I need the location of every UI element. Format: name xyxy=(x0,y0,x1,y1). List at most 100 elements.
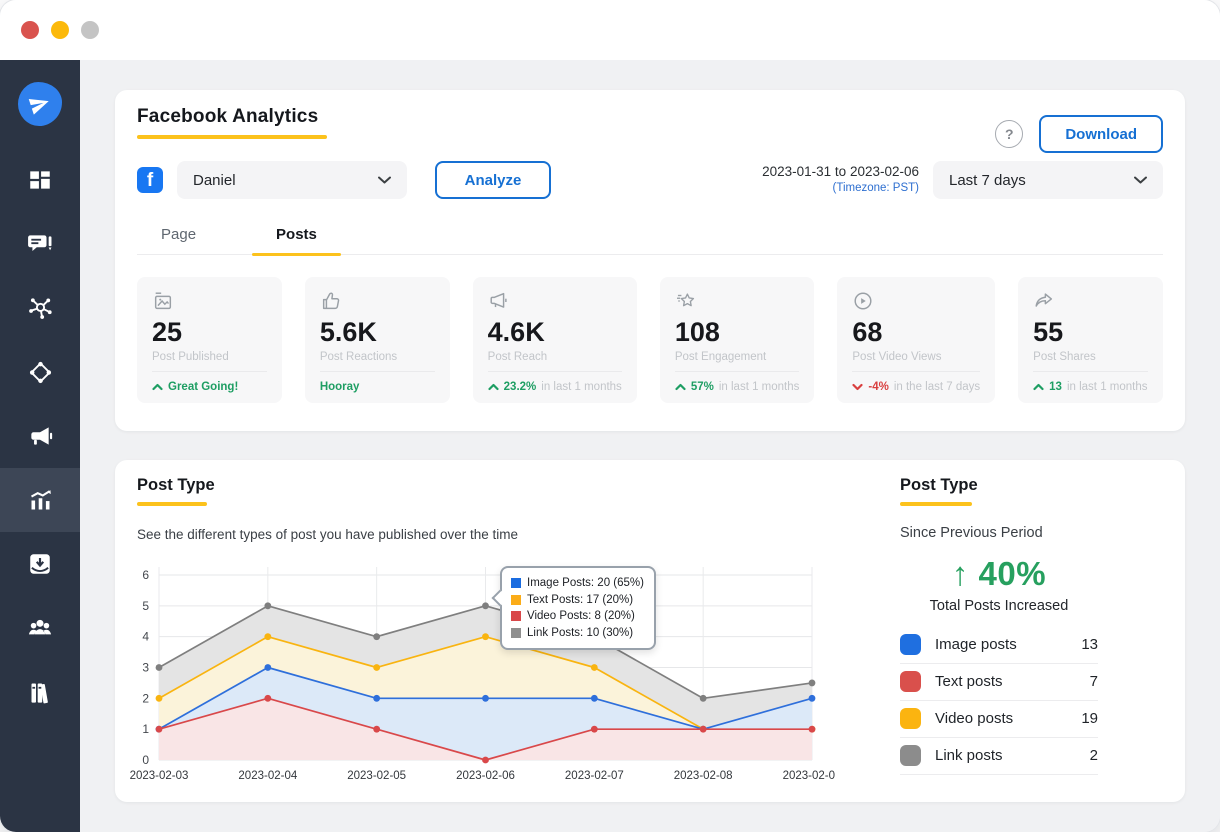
legend-value: 7 xyxy=(1089,673,1098,690)
svg-text:5: 5 xyxy=(142,599,149,613)
sidebar-item-megaphone[interactable] xyxy=(0,404,80,468)
stat-footer: 13 in last 1 months xyxy=(1033,371,1148,403)
legend-row-image-posts: Image posts 13 xyxy=(900,627,1098,664)
legend-row-text-posts: Text posts 7 xyxy=(900,664,1098,701)
change-caption: Total Posts Increased xyxy=(929,597,1069,614)
svg-text:6: 6 xyxy=(142,568,149,582)
stat-label: Post Engagement xyxy=(674,351,767,363)
tab-page[interactable]: Page xyxy=(137,220,220,254)
stat-card-post-video-views: 68 Post Video Views -4% in the last 7 days xyxy=(837,277,996,403)
chart-canvas: 0 1 2 3 4 5 6 2023-02-03 2023-02-04 2023-02-05 202… xyxy=(130,567,835,782)
legend-swatch xyxy=(511,627,521,638)
star-icon xyxy=(675,290,800,312)
chart-description: See the different types of post you have… xyxy=(137,527,518,542)
stat-label: Post Video Views xyxy=(852,351,942,363)
sidebar-item-dashboard[interactable] xyxy=(0,148,80,212)
date-range: 2023-01-31 to 2023-02-06 (Timezone: PST) xyxy=(762,163,919,197)
legend-swatch xyxy=(511,578,521,589)
analytics-icon xyxy=(27,487,54,514)
analyze-button[interactable]: Analyze xyxy=(435,161,551,199)
main-content: Facebook Analytics ? Download f Daniel A… xyxy=(80,60,1220,832)
library-icon xyxy=(27,679,54,706)
maximize-window-button[interactable] xyxy=(81,21,99,39)
stat-card-post-published: 25 Post Published Great Going! xyxy=(137,277,282,403)
help-icon[interactable]: ? xyxy=(995,120,1024,148)
account-select[interactable]: Daniel xyxy=(177,161,407,199)
sidebar-item-library[interactable] xyxy=(0,660,80,724)
svg-text:4: 4 xyxy=(142,630,149,644)
legend-label: Text posts xyxy=(935,673,1003,690)
screen: Facebook Analytics ? Download f Daniel A… xyxy=(0,0,1220,832)
thumbs-up-icon xyxy=(320,290,435,312)
stat-footer-rest: in last 1 months xyxy=(1066,381,1148,393)
stat-value: 68 xyxy=(852,317,883,347)
legend-row-video-posts: Video posts 19 xyxy=(900,701,1098,738)
sidebar-item-analytics[interactable] xyxy=(0,468,80,532)
stat-footer-rest: in last 1 months xyxy=(718,381,800,393)
title-underline xyxy=(137,502,207,506)
window-titlebar xyxy=(0,0,1220,60)
send-logo-icon xyxy=(18,82,62,126)
stat-card-post-engagement: 108 Post Engagement 57% in last 1 months xyxy=(659,277,815,403)
summary-title: Post Type xyxy=(900,476,1098,506)
legend-value: 19 xyxy=(1081,710,1098,727)
legend-label: Image posts xyxy=(935,636,1017,653)
period-select[interactable]: Last 7 days xyxy=(933,161,1163,199)
up-trend-icon xyxy=(1033,383,1044,391)
tooltip-item: Image Posts: 20 (65%) xyxy=(511,575,644,592)
minimize-window-button[interactable] xyxy=(51,21,69,39)
close-window-button[interactable] xyxy=(21,21,39,39)
stat-footer: Hooray xyxy=(319,371,435,403)
legend-row-link-posts: Link posts 2 xyxy=(900,738,1098,775)
period-selected-value: Last 7 days xyxy=(949,171,1026,189)
sidebar-item-network[interactable] xyxy=(0,276,80,340)
post-type-legend: Image posts 13 Text posts 7 Video posts 19 Lin… xyxy=(900,627,1098,775)
stat-footer-rest: in the last 7 days xyxy=(893,381,981,393)
download-button[interactable]: Download xyxy=(1039,115,1163,153)
nodes-icon xyxy=(27,359,54,386)
date-range-value: 2023-01-31 to 2023-02-06 xyxy=(762,164,919,180)
stats-row: 25 Post Published Great Going! 5.6K Post Rea… xyxy=(137,277,1163,403)
sidebar-item-inbox[interactable] xyxy=(0,532,80,596)
up-trend-icon xyxy=(675,383,686,391)
window-controls xyxy=(21,21,99,39)
tab-posts[interactable]: Posts xyxy=(252,220,341,256)
stat-footer-highlight: 13 xyxy=(1049,381,1062,393)
legend-swatch xyxy=(900,745,921,766)
stat-value: 4.6K xyxy=(487,317,545,347)
controls-row: f Daniel Analyze 2023-01-31 to 2023-02-0… xyxy=(137,160,1163,200)
legend-label: Video posts xyxy=(935,710,1014,727)
sidebar-item-messages[interactable] xyxy=(0,212,80,276)
dashboard-icon xyxy=(27,167,53,193)
post-type-chart[interactable]: 0 1 2 3 4 5 6 2023-02-03 2023-02-04 2023-02-05 202… xyxy=(129,552,835,792)
up-trend-icon xyxy=(488,383,499,391)
megaphone-outline-icon xyxy=(488,290,622,312)
svg-text:3: 3 xyxy=(142,661,149,675)
svg-text:2023-02-03: 2023-02-03 xyxy=(130,770,189,782)
up-arrow-icon: ↑ xyxy=(951,554,969,592)
tooltip-item: Video Posts: 8 (20%) xyxy=(511,608,644,625)
down-trend-icon xyxy=(852,383,863,391)
svg-text:2023-02-04: 2023-02-04 xyxy=(238,770,297,782)
image-post-icon xyxy=(152,290,267,312)
stat-label: Post Shares xyxy=(1033,351,1096,363)
app-logo[interactable] xyxy=(0,60,80,148)
chart-tooltip: Image Posts: 20 (65%) Text Posts: 17 (20%… xyxy=(491,566,656,650)
legend-value: 2 xyxy=(1089,747,1098,764)
stat-footer-highlight: Hooray xyxy=(319,381,360,393)
stat-card-post-reactions: 5.6K Post Reactions Hooray xyxy=(304,277,450,403)
stat-footer-highlight: -4% xyxy=(868,381,889,393)
tooltip-item: Text Posts: 17 (20%) xyxy=(511,592,644,609)
stat-label: Post Reactions xyxy=(319,351,398,363)
sidebar-item-nodes[interactable] xyxy=(0,340,80,404)
legend-value: 13 xyxy=(1081,636,1098,653)
sidebar-item-team[interactable] xyxy=(0,596,80,660)
legend-swatch xyxy=(900,634,921,655)
summary-panel: Post Type Since Previous Period ↑ 40% To… xyxy=(900,476,1098,775)
stat-label: Post Published xyxy=(152,351,229,363)
stat-footer: Great Going! xyxy=(152,371,267,403)
chevron-down-icon xyxy=(378,176,391,184)
stat-footer-highlight: 57% xyxy=(690,381,714,393)
legend-swatch xyxy=(511,594,521,605)
stat-card-post-shares: 55 Post Shares 13 in last 1 months xyxy=(1018,277,1163,403)
